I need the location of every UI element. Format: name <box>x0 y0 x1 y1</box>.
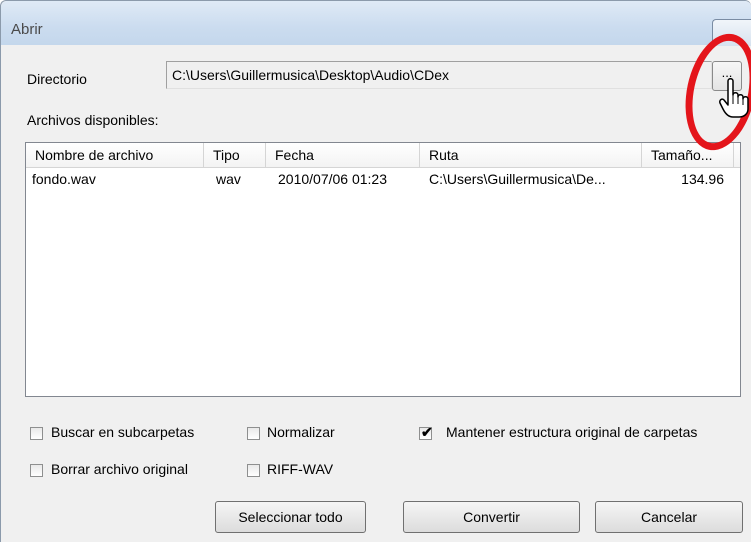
option-riff-wav-label[interactable]: RIFF-WAV <box>267 461 333 477</box>
row-size-cell: 134.96 <box>681 171 724 187</box>
option-keep-folder-structure-label[interactable]: Mantener estructura original de carpetas <box>446 424 697 440</box>
cancel-button[interactable]: Cancelar <box>595 501 743 533</box>
row-path-cell: C:\Users\Guillermusica\De... <box>429 171 606 187</box>
file-list[interactable]: Nombre de archivo Tipo Fecha Ruta Tamaño… <box>25 142 741 397</box>
window-title: Abrir <box>11 21 43 38</box>
option-delete-original-label[interactable]: Borrar archivo original <box>51 461 188 477</box>
row-date-cell: 2010/07/06 01:23 <box>278 171 387 187</box>
hand-pointer-icon <box>719 78 749 118</box>
directory-label: Directorio <box>27 71 87 87</box>
row-name-cell: fondo.wav <box>32 171 96 187</box>
checkbox-keep-folder-structure[interactable]: ✔ <box>419 424 433 440</box>
directory-field[interactable]: C:\Users\Guillermusica\Desktop\Audio\CDe… <box>166 61 712 89</box>
column-header-date[interactable]: Fecha <box>266 143 420 167</box>
column-header-path[interactable]: Ruta <box>420 143 642 167</box>
title-bar[interactable]: Abrir <box>1 1 751 46</box>
open-dialog-window: Abrir Directorio C:\Users\Guillermusica\… <box>0 0 751 542</box>
convert-button[interactable]: Convertir <box>403 501 580 533</box>
checkbox-delete-original[interactable] <box>30 464 43 477</box>
column-header-name[interactable]: Nombre de archivo <box>26 143 204 167</box>
select-all-button[interactable]: Seleccionar todo <box>215 501 366 533</box>
checkbox-riff-wav[interactable] <box>247 464 260 477</box>
checkmark-icon: ✔ <box>421 424 433 440</box>
checkbox-search-subfolders[interactable] <box>30 427 43 440</box>
column-header-type[interactable]: Tipo <box>204 143 266 167</box>
row-type-cell: wav <box>216 171 241 187</box>
option-normalize-label[interactable]: Normalizar <box>267 424 335 440</box>
files-available-label: Archivos disponibles: <box>27 112 159 128</box>
file-list-header: Nombre de archivo Tipo Fecha Ruta Tamaño… <box>26 143 740 168</box>
checkbox-normalize[interactable] <box>247 427 260 440</box>
option-search-subfolders-label[interactable]: Buscar en subcarpetas <box>51 424 194 440</box>
table-row[interactable]: fondo.wav wav 2010/07/06 01:23 C:\Users\… <box>26 168 740 190</box>
